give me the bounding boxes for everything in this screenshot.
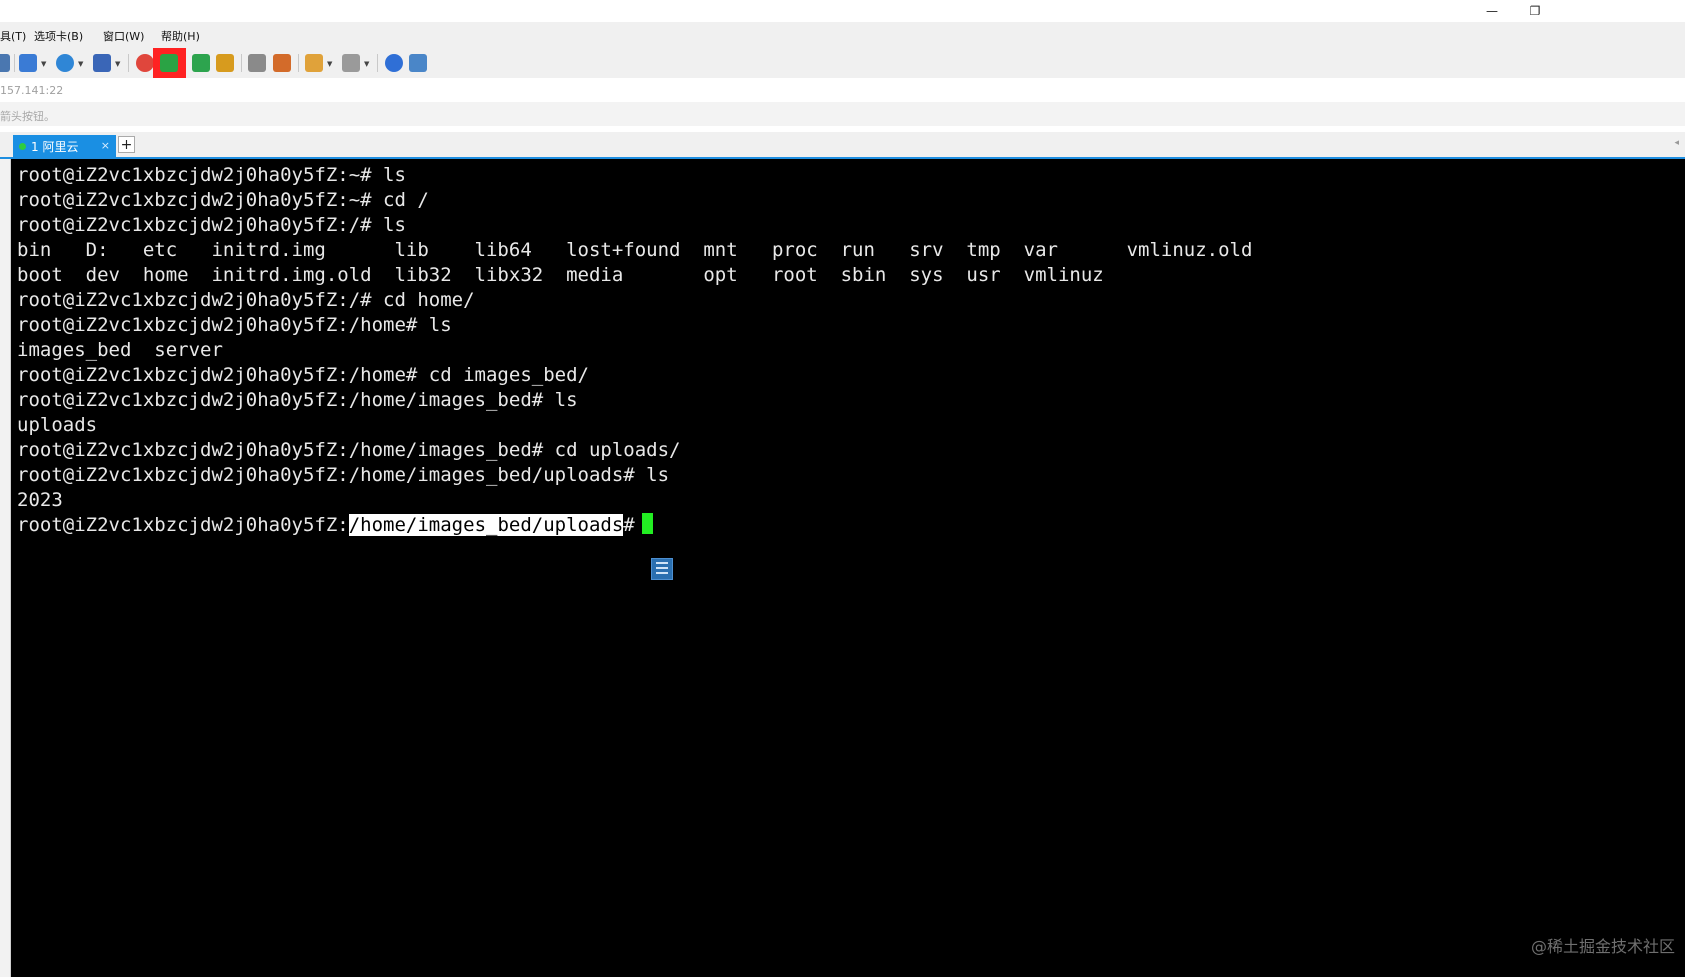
toolbar-separator [241,54,242,72]
color-swirl-icon[interactable] [136,54,154,72]
terminal-line: root@iZ2vc1xbzcjdw2j0ha0y5fZ:/home/image… [17,389,578,411]
chevron-down-icon[interactable]: ▼ [327,60,332,68]
title-bar: — ❐ [0,0,1685,22]
terminal-line: root@iZ2vc1xbzcjdw2j0ha0y5fZ:/home# cd i… [17,364,589,386]
terminal-line: bin D: etc initrd.img lib lib64 lost+fou… [17,239,1253,261]
toolbar: ▼ ▼ ▼ ▼ ▼ [0,48,1685,78]
new-session-icon[interactable] [19,54,37,72]
terminal[interactable]: root@iZ2vc1xbzcjdw2j0ha0y5fZ:~# ls root@… [11,159,1685,977]
layout-icon[interactable] [342,54,360,72]
restore-button[interactable]: ❐ [1513,0,1557,22]
chevron-down-icon[interactable]: ▼ [78,60,83,68]
menu-tabs[interactable]: 选项卡(B) [34,28,83,44]
terminal-output: root@iZ2vc1xbzcjdw2j0ha0y5fZ:~# ls root@… [17,163,1252,538]
terminal-line: boot dev home initrd.img.old lib32 libx3… [17,264,1104,286]
terminal-line: images_bed server [17,339,223,361]
tab-label: 1 阿里云 [31,139,79,154]
keyboard-icon[interactable] [248,54,266,72]
font-icon[interactable] [93,54,111,72]
menu-tools[interactable]: 具(T) [0,28,26,44]
session-sidebar-strip[interactable] [0,159,11,977]
add-tab-button[interactable]: + [118,136,135,153]
address-bar: 157.141:22 [0,78,1685,103]
watermark: @稀土掘金技术社区 [1530,937,1675,956]
toolbar-separator [128,54,129,72]
tab-aliyun[interactable]: 1 阿里云 × [13,135,116,157]
hint-bar: 箭头按钮。 [0,102,1685,126]
prompt-suffix: # [623,514,635,536]
terminal-line: root@iZ2vc1xbzcjdw2j0ha0y5fZ:~# cd / [17,189,429,211]
menu-help[interactable]: 帮助(H) [161,28,200,44]
hint-text: 箭头按钮。 [0,110,55,123]
menu-bar: 具(T) 选项卡(B) 窗口(W) 帮助(H) [0,22,1685,48]
toolbar-separator [377,54,378,72]
toolbar-separator [14,54,15,72]
globe-icon[interactable] [56,54,74,72]
terminal-cursor [641,513,653,534]
chevron-down-icon[interactable]: ▼ [364,60,369,68]
terminal-line: root@iZ2vc1xbzcjdw2j0ha0y5fZ:/# ls [17,214,406,236]
terminal-line: root@iZ2vc1xbzcjdw2j0ha0y5fZ:/home# ls [17,314,452,336]
partial-left-icon[interactable] [0,54,10,72]
terminal-line: root@iZ2vc1xbzcjdw2j0ha0y5fZ:/home/image… [17,439,681,461]
toolbar-separator [298,54,299,72]
help-icon[interactable] [385,54,403,72]
terminal-line: root@iZ2vc1xbzcjdw2j0ha0y5fZ:~# ls [17,164,406,186]
chevron-down-icon[interactable]: ▼ [41,60,46,68]
terminal-prompt-line[interactable]: root@iZ2vc1xbzcjdw2j0ha0y5fZ:/home/image… [17,513,1252,538]
folder-icon[interactable] [305,54,323,72]
tab-scroll-left-icon[interactable]: ◂ [1674,138,1679,148]
chevron-down-icon[interactable]: ▼ [115,60,120,68]
minimize-button[interactable]: — [1470,0,1514,22]
chat-icon[interactable] [409,54,427,72]
tab-bar: 1 阿里云 × + ◂ [0,132,1685,159]
prompt-host: root@iZ2vc1xbzcjdw2j0ha0y5fZ: [17,514,349,536]
lock-icon[interactable] [216,54,234,72]
terminal-line: uploads [17,414,98,436]
terminal-line: root@iZ2vc1xbzcjdw2j0ha0y5fZ:/home/image… [17,464,670,486]
terminal-line: 2023 [17,489,63,511]
highlighter-icon[interactable] [273,54,291,72]
connected-status-icon [19,142,26,150]
close-icon[interactable]: × [101,139,110,152]
menu-window[interactable]: 窗口(W) [103,28,144,44]
terminal-line: root@iZ2vc1xbzcjdw2j0ha0y5fZ:/# cd home/ [17,289,475,311]
copy-selection-icon[interactable] [651,558,673,580]
session-address[interactable]: 157.141:22 [0,84,63,97]
selected-path[interactable]: /home/images_bed/uploads [348,514,624,536]
